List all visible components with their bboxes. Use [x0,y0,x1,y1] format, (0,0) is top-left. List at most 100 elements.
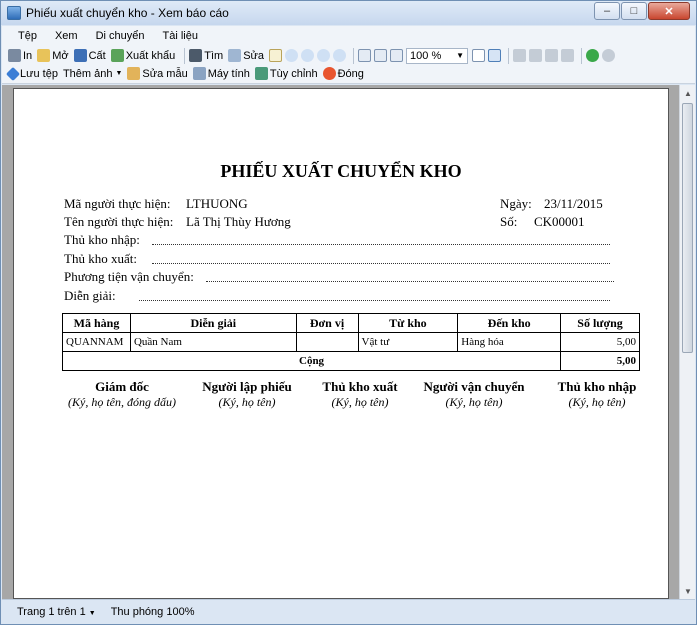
table-row: QUANNAM Quần Nam Vật tư Hàng hóa 5,00 [62,332,640,352]
signature-title: Thủ kho xuất [322,379,398,394]
add-image-button[interactable]: Thêm ảnh ▼ [63,68,122,80]
binoculars-icon [189,49,203,62]
page-indicator-label: Trang 1 trên 1 [17,606,86,618]
zoom-value: 100 % [410,49,442,62]
scroll-down-icon[interactable]: ▼ [680,583,696,599]
close-icon: ✕ [664,5,674,18]
printer-icon [8,49,21,62]
single-page-icon[interactable] [472,49,486,62]
last-page-icon[interactable] [561,49,575,62]
description-line [139,300,610,301]
column-header: Từ kho [357,313,459,333]
issue-keeper-line [152,263,610,264]
calculator-button[interactable]: Máy tính [192,67,250,80]
multi-page-icon[interactable] [488,49,502,62]
signature-title: Người lập phiếu [202,379,292,394]
signature-title: Người vận chuyển [423,379,525,394]
menu-view[interactable]: Xem [46,30,87,42]
signature-note: (Ký, họ tên) [218,395,276,409]
main-toolbar: In Mở Cất Xuất khẩu Tìm Sửa 100 % ▼ [2,45,695,66]
export-icon [110,49,124,62]
signature-issue-keeper: Thủ kho xuất (Ký, họ tên) [310,379,410,410]
customize-button[interactable]: Tùy chỉnh [254,67,318,80]
date-label: Ngày: [500,196,532,211]
folder-icon [37,49,51,62]
table-header-row: Mã hàng Diễn giải Đơn vị Từ kho Đến kho … [62,313,640,333]
chevron-down-icon: ▼ [88,610,96,617]
status-bar: Trang 1 trên 1 ▼ Thu phóng 100% [2,599,695,624]
report-viewer-window: Phiếu xuất chuyển kho - Xem báo cáo – □ … [0,0,697,625]
edit-label: Sửa [243,49,265,62]
save-file-button[interactable]: Lưu tệp [5,66,58,81]
menu-document[interactable]: Tài liệu [154,30,207,42]
signature-receive-keeper: Thủ kho nhập (Ký, họ tên) [537,379,657,410]
zoom-plus-icon[interactable] [301,49,315,62]
toolbar-separator [581,47,583,64]
next-page-icon[interactable] [545,49,559,62]
toolbar-separator [353,47,355,64]
zoom-fit-icon[interactable] [333,49,347,62]
page-width-icon[interactable] [358,49,372,62]
page-indicator[interactable]: Trang 1 trên 1 ▼ [17,606,96,618]
save-button[interactable]: Cất [73,49,106,62]
signature-title: Giám đốc [95,379,149,394]
signature-title: Thủ kho nhập [557,379,637,394]
edit-template-button[interactable]: Sửa mẫu [127,67,188,80]
items-table: Mã hàng Diễn giải Đơn vị Từ kho Đến kho … [61,313,640,371]
whole-page-icon[interactable] [374,49,388,62]
find-button[interactable]: Tìm [189,49,223,62]
add-image-label: Thêm ảnh [62,67,113,80]
back-icon[interactable] [586,49,600,62]
item-qty-cell: 5,00 [560,332,640,352]
open-button[interactable]: Mở [37,49,69,62]
zoom-select[interactable]: 100 % ▼ [406,47,469,64]
signature-note: (Ký, họ tên) [331,395,389,409]
hand-tool-icon[interactable] [269,49,283,62]
actual-size-icon[interactable] [390,49,404,62]
floppy-icon [73,49,87,62]
print-button[interactable]: In [8,49,32,62]
close-window-button[interactable]: ✕ [648,2,690,20]
chevron-down-icon: ▼ [456,51,465,60]
zoom-in-icon[interactable] [285,49,299,62]
signature-note: (Ký, họ tên, đóng dấu) [68,395,176,409]
zoom-indicator: Thu phóng 100% [110,606,195,618]
performer-name-value: Lã Thị Thùy Hương [186,214,291,229]
title-bar[interactable]: Phiếu xuất chuyển kho - Xem báo cáo – □ … [1,1,696,25]
menu-bar: Tệp Xem Di chuyển Tài liệu [2,26,695,46]
performer-name-label: Tên người thực hiện: [64,214,174,229]
maximize-button[interactable]: □ [621,2,647,20]
calculator-label: Máy tính [207,67,250,80]
column-header: Số lượng [560,313,640,333]
minimize-button[interactable]: – [594,2,620,20]
date-value: 23/11/2015 [544,196,603,211]
chevron-down-icon: ▼ [115,70,123,77]
signature-transporter: Người vận chuyển (Ký, họ tên) [414,379,534,410]
scroll-thumb[interactable] [682,103,693,353]
open-label: Mở [52,49,69,62]
close-report-label: Đóng [337,67,364,80]
item-to-cell: Hàng hóa [457,332,562,352]
signature-preparer: Người lập phiếu (Ký, họ tên) [192,379,302,410]
number-label: Số: [500,214,518,229]
first-page-icon[interactable] [513,49,527,62]
report-viewport[interactable]: PHIẾU XUẤT CHUYỂN KHO Mã người thực hiện… [2,85,695,599]
toolbar-separator [184,47,186,64]
item-code-cell: QUANNAM [62,332,131,352]
forward-icon[interactable] [602,49,616,62]
menu-navigate[interactable]: Di chuyển [87,30,154,42]
export-button[interactable]: Xuất khẩu [110,49,176,62]
export-label: Xuất khẩu [125,49,176,62]
zoom-out-icon[interactable] [317,49,331,62]
edit-button[interactable]: Sửa [228,49,264,62]
menu-file[interactable]: Tệp [9,30,46,42]
close-report-button[interactable]: Đóng [322,67,364,80]
customize-label: Tùy chỉnh [269,67,318,80]
diamond-icon [5,66,21,81]
column-header: Đến kho [457,313,562,333]
total-label-cell: Cộng [61,351,562,371]
vertical-scrollbar[interactable]: ▲ ▼ [679,85,695,599]
scroll-up-icon[interactable]: ▲ [680,85,696,101]
previous-page-icon[interactable] [529,49,543,62]
print-label: In [23,49,33,62]
